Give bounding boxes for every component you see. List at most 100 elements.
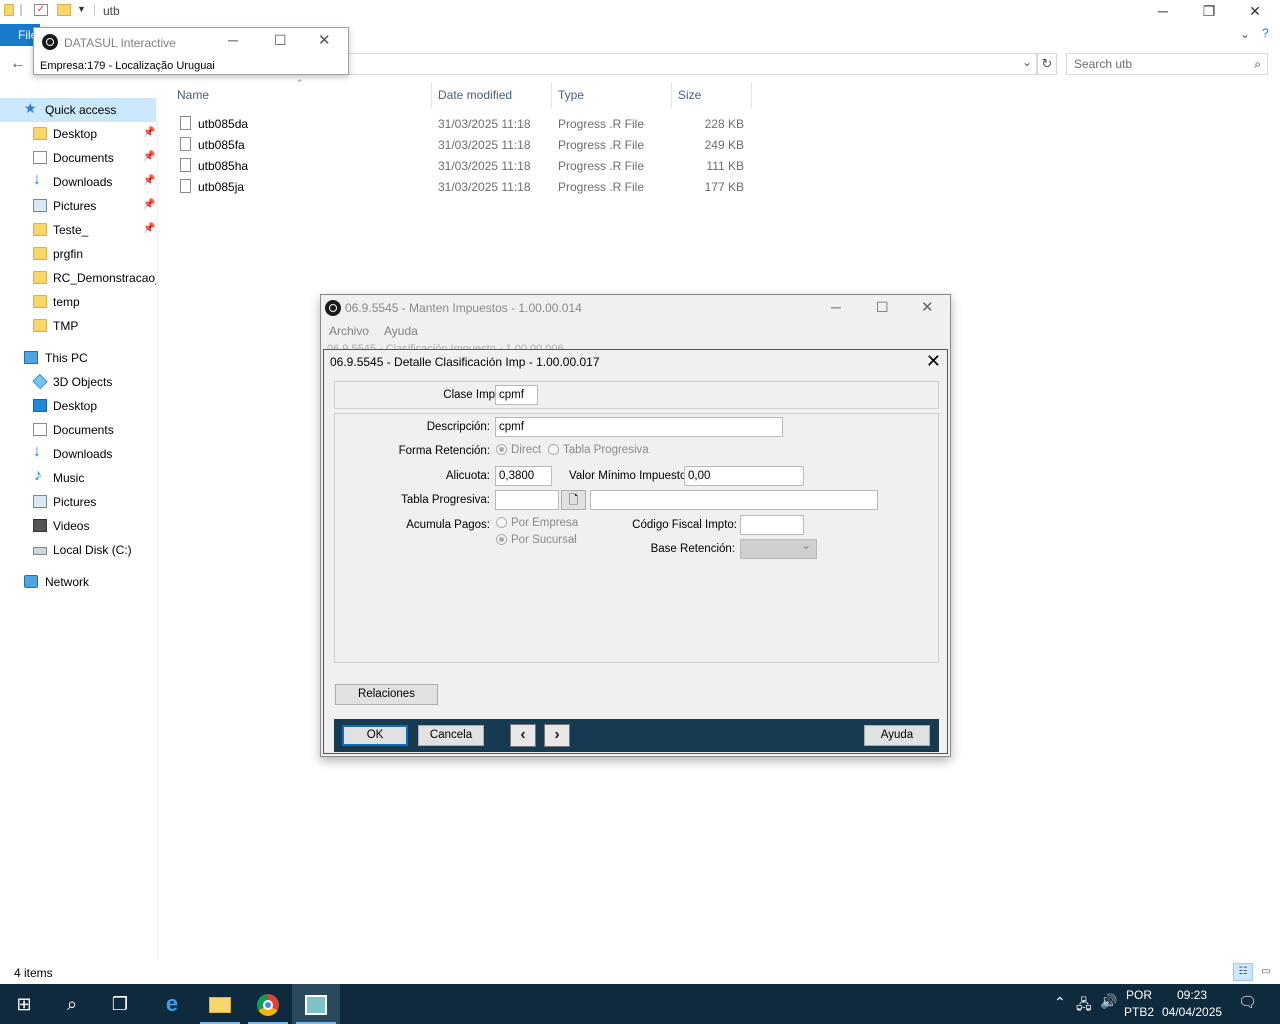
chevron-down-icon[interactable]: ⌄ — [1022, 55, 1032, 69]
column-header-size[interactable]: Size — [678, 88, 701, 108]
column-header-name[interactable]: Name — [177, 88, 209, 108]
chevron-down-icon[interactable]: ▼ — [77, 4, 91, 16]
nav-pc-music[interactable]: Music — [0, 466, 156, 490]
nav-pc-downloads[interactable]: Downloads — [0, 442, 156, 466]
nav-pc-pictures[interactable]: Pictures — [0, 490, 156, 514]
file-row[interactable]: utb085da 31/03/2025 11:18 Progress .R Fi… — [176, 114, 752, 135]
nav-tmp[interactable]: TMP — [0, 314, 156, 338]
next-arrow-icon[interactable]: › — [544, 724, 570, 747]
radio-direct[interactable]: Direct — [496, 444, 541, 456]
column-separator[interactable] — [751, 82, 752, 108]
clase-impuest-field[interactable]: cpmf — [495, 385, 538, 405]
descripcion-field[interactable]: cpmf — [495, 417, 783, 437]
valor-minimo-field[interactable]: 0,00 — [684, 466, 804, 486]
close-button[interactable]: ✕ — [1232, 0, 1278, 24]
network-tray-icon[interactable]: 🖧 — [1076, 994, 1092, 1018]
maximize-button[interactable]: ☐ — [876, 299, 889, 316]
nav-documents[interactable]: Documents 📌 — [0, 146, 156, 170]
pin-icon[interactable]: 📌 — [143, 127, 155, 138]
nav-pc-videos[interactable]: Videos — [0, 514, 156, 538]
previous-arrow-icon[interactable]: ‹ — [510, 724, 536, 747]
search-icon[interactable]: ⌕ — [48, 984, 96, 1024]
cancela-button[interactable]: Cancela — [418, 725, 484, 746]
menu-archivo[interactable]: Archivo — [329, 324, 369, 338]
search-input[interactable]: Search utb ⌕ — [1066, 53, 1268, 75]
file-explorer-icon[interactable] — [196, 984, 244, 1024]
nav-prgfin[interactable]: prgfin — [0, 242, 156, 266]
details-view-icon[interactable]: ☷ — [1233, 963, 1253, 981]
clock-time[interactable]: 09:23 — [1177, 988, 1207, 1002]
close-button[interactable]: ✕ — [318, 31, 331, 49]
chevron-up-icon[interactable]: ⌃ — [1054, 994, 1066, 1011]
minimize-button[interactable]: ─ — [831, 299, 841, 315]
ayuda-button[interactable]: Ayuda — [864, 725, 930, 746]
nav-desktop[interactable]: Desktop 📌 — [0, 122, 156, 146]
menu-ayuda[interactable]: Ayuda — [384, 324, 418, 338]
task-view-icon[interactable]: ❐ — [96, 984, 144, 1024]
pin-icon[interactable]: 📌 — [143, 151, 155, 162]
new-folder-icon[interactable] — [57, 4, 71, 16]
file-row[interactable]: utb085ja 31/03/2025 11:18 Progress .R Fi… — [176, 177, 752, 198]
file-icon — [180, 179, 191, 193]
expand-ribbon-icon[interactable]: ⌄ — [1240, 27, 1250, 41]
file-row[interactable]: utb085fa 31/03/2025 11:18 Progress .R Fi… — [176, 135, 752, 156]
pin-icon[interactable]: 📌 — [143, 199, 155, 210]
file-size: 228 KB — [704, 117, 744, 131]
tabla-progresiva-desc-field[interactable] — [590, 490, 878, 510]
navigation-pane: Quick access Desktop 📌 Documents 📌 Downl… — [0, 96, 158, 960]
radio-por-empresa[interactable]: Por Empresa — [496, 517, 578, 529]
chrome-icon[interactable] — [244, 984, 292, 1024]
radio-por-sucursal[interactable]: Por Sucursal — [496, 534, 577, 546]
nav-teste[interactable]: Teste_ 📌 — [0, 218, 156, 242]
column-separator[interactable] — [671, 82, 672, 108]
nav-quick-access[interactable]: Quick access — [0, 98, 156, 122]
minimize-button[interactable]: ─ — [228, 32, 238, 48]
clock-date[interactable]: 04/04/2025 — [1162, 1005, 1222, 1019]
alicuota-field[interactable]: 0,3800 — [495, 466, 552, 486]
close-button[interactable]: ✕ — [926, 351, 941, 372]
close-button[interactable]: ✕ — [921, 298, 934, 316]
column-header-type[interactable]: Type — [558, 88, 584, 108]
back-arrow-icon[interactable]: ← — [10, 55, 26, 73]
help-icon[interactable]: ? — [1262, 26, 1269, 40]
nav-downloads[interactable]: Downloads 📌 — [0, 170, 156, 194]
internet-explorer-icon[interactable]: e — [148, 984, 196, 1024]
nav-network[interactable]: Network — [0, 570, 156, 594]
column-separator[interactable] — [431, 82, 432, 108]
language-code[interactable]: POR — [1126, 988, 1152, 1002]
radio-tabla-progresiva[interactable]: Tabla Progresiva — [548, 444, 649, 456]
pin-icon[interactable]: 📌 — [143, 175, 155, 186]
keyboard-layout[interactable]: PTB2 — [1124, 1005, 1154, 1019]
large-icons-view-icon[interactable]: ▭ — [1256, 963, 1276, 981]
nav-pc-desktop[interactable]: Desktop — [0, 394, 156, 418]
file-row[interactable]: utb085ha 31/03/2025 11:18 Progress .R Fi… — [176, 156, 752, 177]
cube-icon — [32, 373, 48, 390]
minimize-button[interactable]: ─ — [1140, 0, 1186, 24]
document-icon[interactable]: 🗋 — [561, 490, 586, 510]
nav-temp[interactable]: temp — [0, 290, 156, 314]
pin-icon[interactable]: 📌 — [143, 223, 155, 234]
codigo-fiscal-field[interactable] — [740, 515, 804, 535]
nav-rc-demonstracao[interactable]: RC_Demonstracao_ — [0, 266, 156, 290]
start-windows-icon[interactable]: ⊞ — [0, 984, 48, 1024]
volume-icon[interactable]: 🔊 — [1100, 993, 1117, 1010]
column-separator[interactable] — [551, 82, 552, 108]
nav-pictures[interactable]: Pictures 📌 — [0, 194, 156, 218]
file-name: utb085ha — [198, 159, 249, 173]
notification-icon[interactable]: 🗨 — [1238, 993, 1257, 1011]
relaciones-button[interactable]: Relaciones — [335, 684, 438, 705]
maximize-button[interactable]: ☐ — [274, 32, 287, 49]
refresh-button[interactable]: ↻ — [1037, 53, 1057, 75]
tabla-progresiva-field[interactable] — [495, 490, 559, 510]
properties-icon[interactable]: ✓ — [34, 4, 48, 16]
column-header-date[interactable]: Date modified — [438, 88, 512, 108]
ok-button[interactable]: OK — [342, 725, 408, 746]
address-bar[interactable]: ⌄ — [345, 53, 1037, 75]
datasul-app-icon[interactable] — [292, 984, 340, 1024]
base-retencion-select[interactable] — [740, 538, 817, 559]
restore-button[interactable]: ❐ — [1186, 0, 1232, 24]
nav-this-pc[interactable]: This PC — [0, 346, 156, 370]
nav-3d-objects[interactable]: 3D Objects — [0, 370, 156, 394]
nav-local-disk[interactable]: Local Disk (C:) — [0, 538, 156, 562]
nav-pc-documents[interactable]: Documents — [0, 418, 156, 442]
